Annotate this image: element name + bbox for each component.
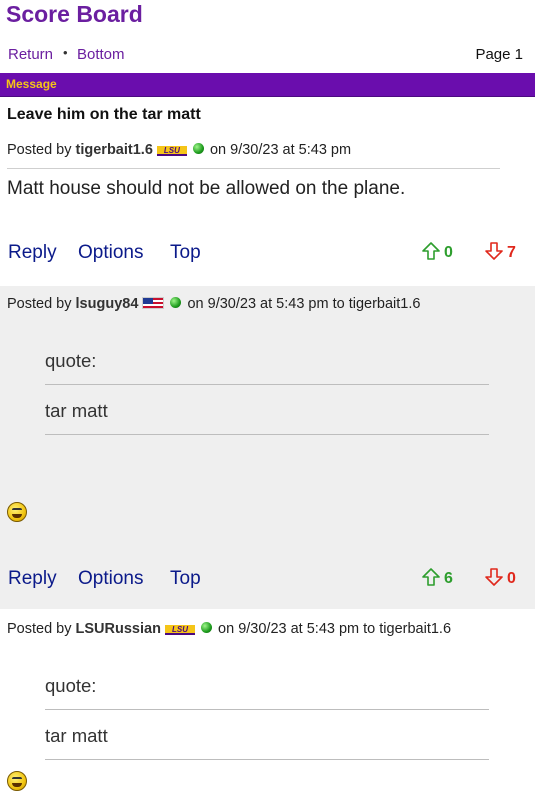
options-link[interactable]: Options (78, 568, 143, 590)
quote-text: tar matt (45, 725, 108, 746)
downvote-button[interactable]: 7 (485, 242, 516, 262)
quote-text: tar matt (45, 400, 108, 421)
site-title[interactable]: Score Board (6, 0, 143, 28)
post-meta: Posted by LSURussian LSU on 9/30/23 at 5… (7, 621, 451, 637)
post: Posted by tigerbait1.6 LSU on 9/30/23 at… (0, 132, 535, 284)
grimace-emoji-icon (7, 771, 27, 791)
grimace-emoji-icon (7, 502, 27, 522)
arrow-up-icon (422, 568, 440, 586)
upvote-button[interactable]: 0 (422, 242, 453, 262)
arrow-down-icon (485, 242, 503, 260)
return-link[interactable]: Return (8, 46, 53, 63)
posted-by-label: Posted by (7, 621, 72, 637)
message-header-bar: Message (0, 73, 535, 97)
username-link[interactable]: LSURussian (76, 621, 161, 637)
nav-separator: • (63, 45, 68, 60)
quote-divider (45, 759, 489, 760)
meta-divider (7, 168, 500, 169)
post-meta: Posted by lsuguy84 on 9/30/23 at 5:43 pm… (7, 296, 420, 312)
post: Posted by LSURussian LSU on 9/30/23 at 5… (0, 611, 535, 800)
reply-link[interactable]: Reply (8, 568, 57, 590)
thread-title: Leave him on the tar matt (7, 106, 201, 123)
online-status-icon (170, 297, 182, 308)
top-nav: Return • Bottom Page 1 (0, 44, 535, 66)
lsu-flag-icon: LSU (164, 625, 195, 635)
online-status-icon (201, 622, 213, 633)
reply-link[interactable]: Reply (8, 242, 57, 264)
downvote-count: 0 (507, 570, 516, 587)
page-indicator: Page 1 (475, 46, 523, 63)
posted-by-label: Posted by (7, 142, 72, 158)
top-link[interactable]: Top (170, 242, 201, 264)
quote-label: quote: (45, 350, 97, 371)
post-actions: Reply Options Top 0 7 (0, 242, 535, 268)
upvote-button[interactable]: 6 (422, 568, 453, 588)
bottom-link[interactable]: Bottom (77, 46, 125, 63)
post-timestamp: on 9/30/23 at 5:43 pm to tigerbait1.6 (187, 296, 421, 312)
username-link[interactable]: lsuguy84 (76, 296, 139, 312)
downvote-button[interactable]: 0 (485, 568, 516, 588)
username-link[interactable]: tigerbait1.6 (76, 142, 153, 158)
us-flag-icon (142, 297, 165, 309)
post-timestamp: on 9/30/23 at 5:43 pm to tigerbait1.6 (218, 621, 452, 637)
post-actions: Reply Options Top 6 0 (0, 568, 535, 594)
message-header-label: Message (6, 77, 57, 91)
arrow-up-icon (422, 242, 440, 260)
post-body: Matt house should not be allowed on the … (7, 178, 406, 199)
post-timestamp: on 9/30/23 at 5:43 pm (209, 142, 352, 158)
post: Posted by lsuguy84 on 9/30/23 at 5:43 pm… (0, 286, 535, 609)
quote-label: quote: (45, 675, 97, 696)
arrow-down-icon (485, 568, 503, 586)
top-link[interactable]: Top (170, 568, 201, 590)
upvote-count: 6 (444, 570, 453, 587)
upvote-count: 0 (444, 244, 453, 261)
quote-divider (45, 434, 489, 435)
downvote-count: 7 (507, 244, 516, 261)
quote-divider (45, 384, 489, 385)
online-status-icon (192, 143, 204, 154)
post-meta: Posted by tigerbait1.6 LSU on 9/30/23 at… (7, 142, 351, 158)
options-link[interactable]: Options (78, 242, 143, 264)
posted-by-label: Posted by (7, 296, 72, 312)
quote-divider (45, 709, 489, 710)
lsu-flag-icon: LSU (156, 146, 187, 156)
